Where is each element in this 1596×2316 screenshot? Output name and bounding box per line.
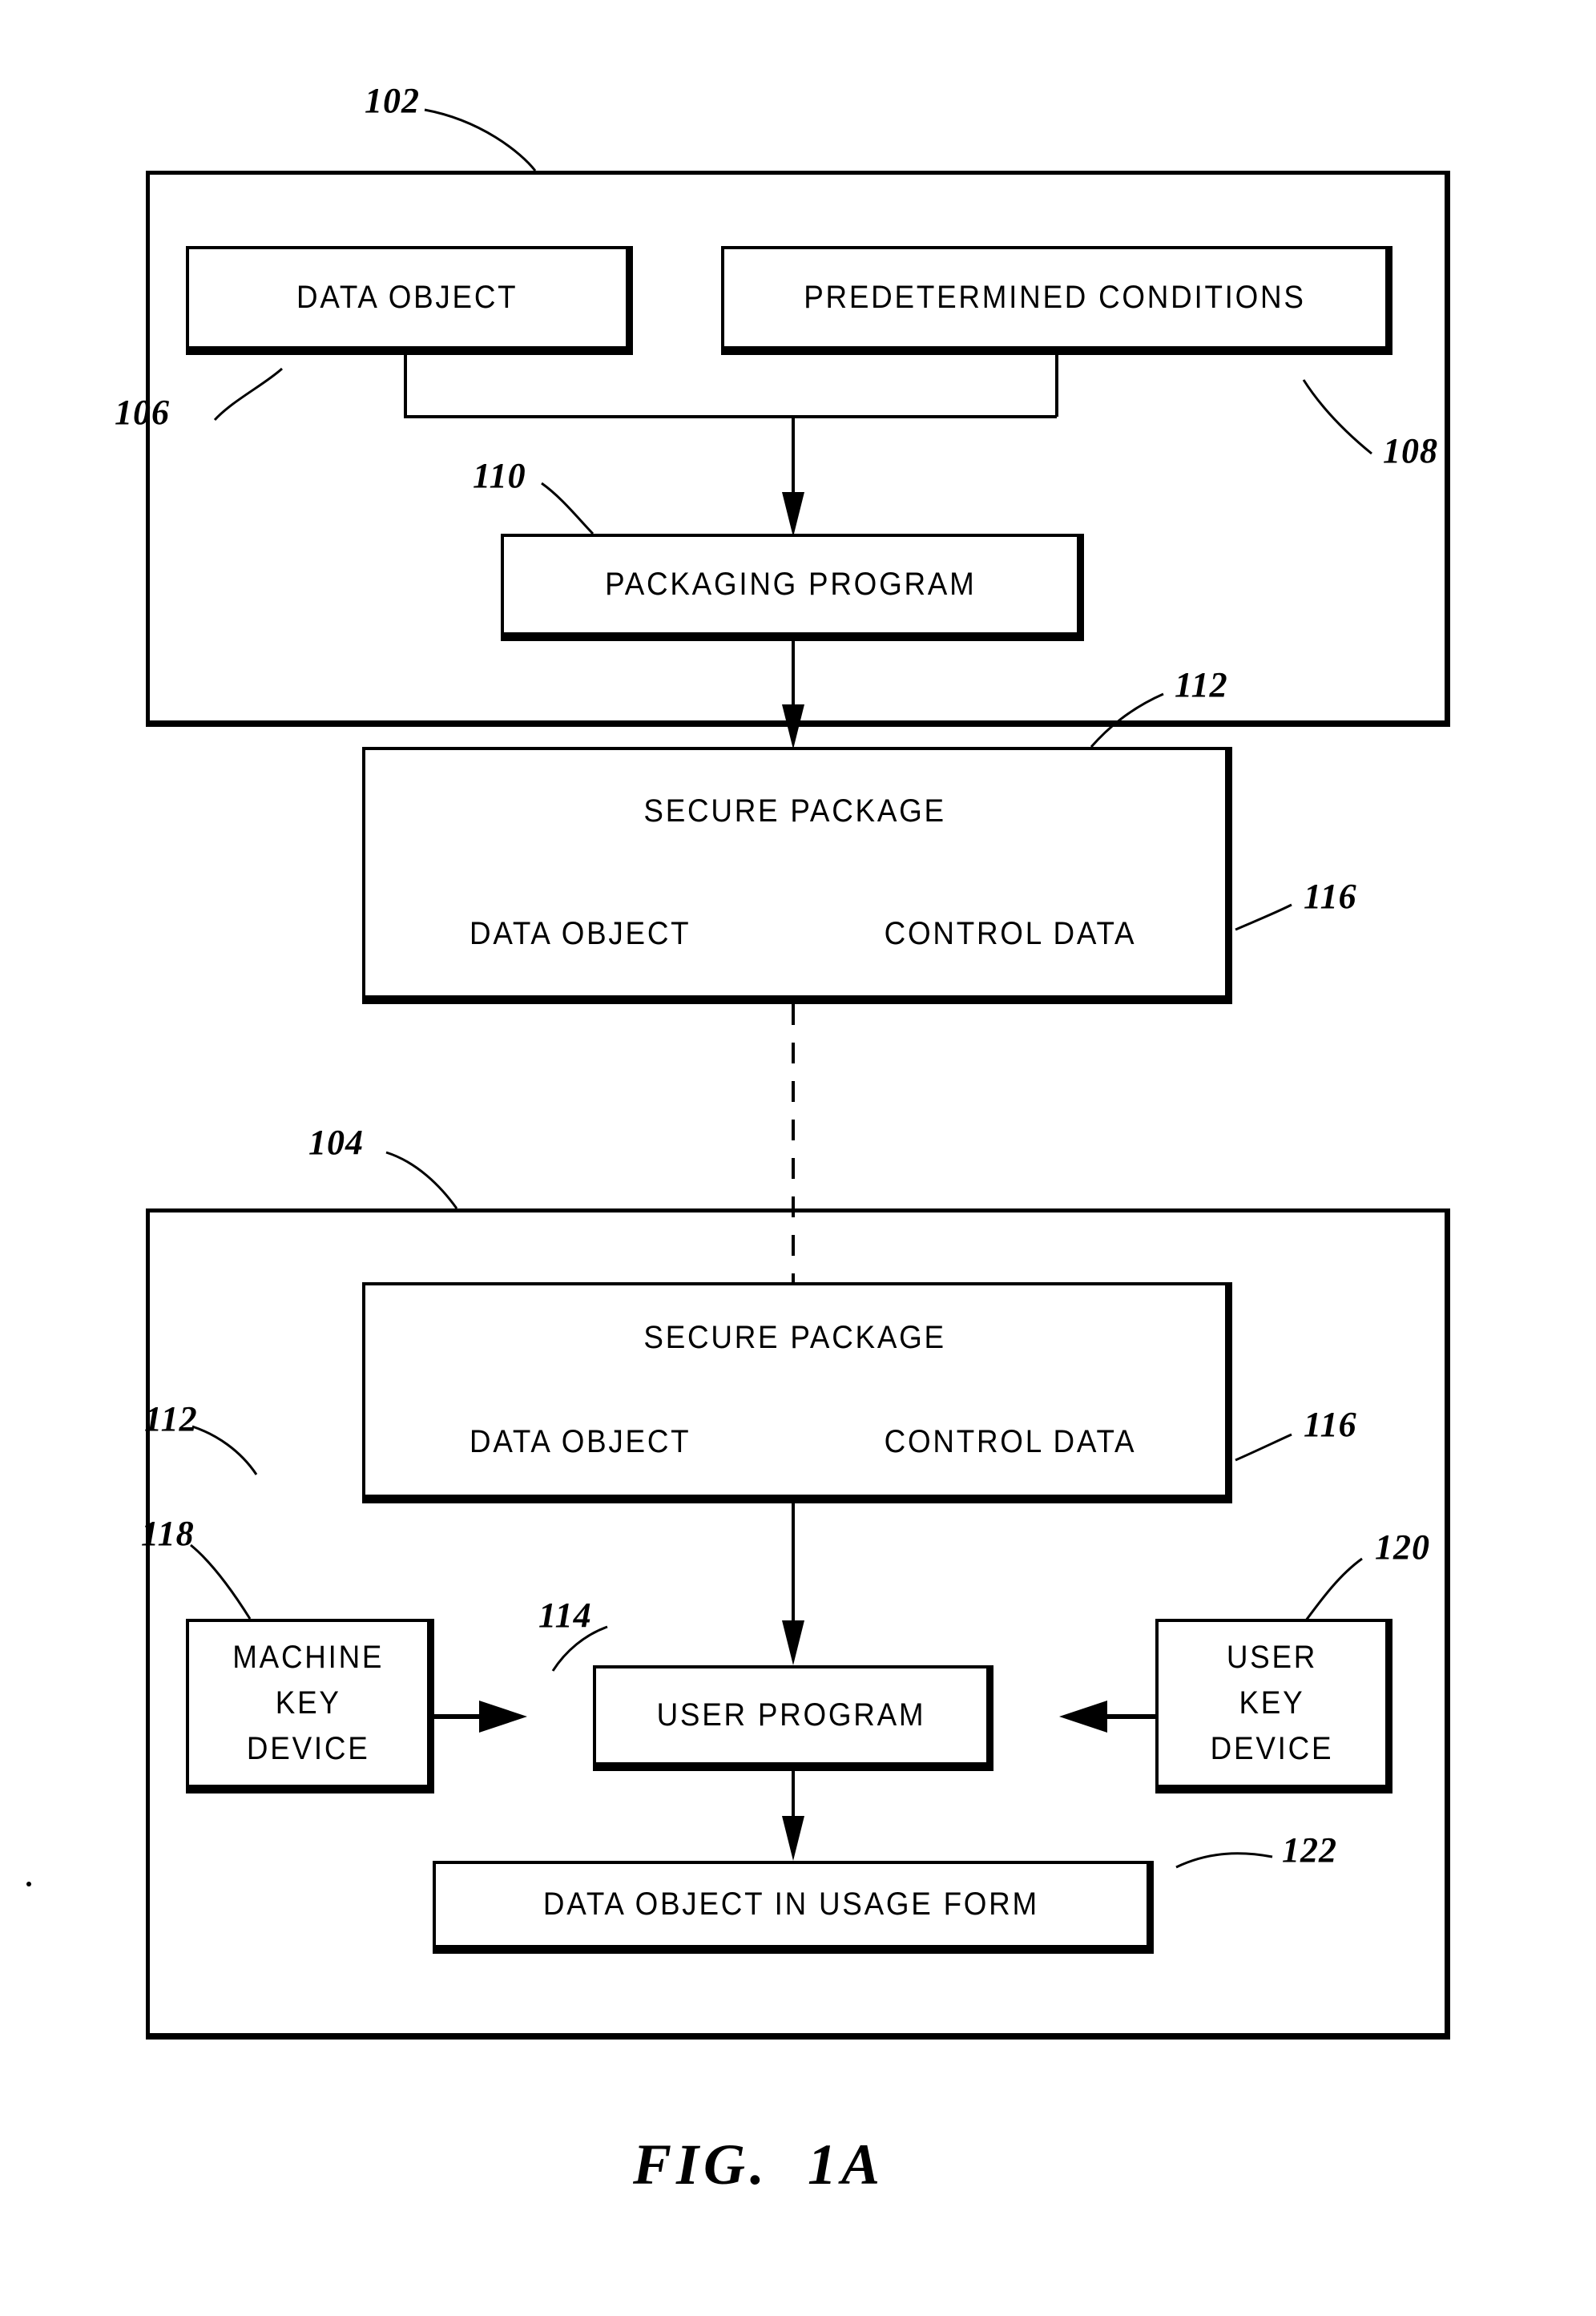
box-user-key-device[interactable]: USER KEY DEVICE (1155, 1619, 1392, 1793)
box-user-program[interactable]: USER PROGRAM (593, 1665, 993, 1771)
ref-numeral-122: 122 (1282, 1830, 1337, 1870)
figure-caption: FIG. 1A (633, 2132, 885, 2197)
ref-numeral-114: 114 (538, 1596, 592, 1635)
secure-package-top-cell-data-object: DATA OBJECT (365, 873, 796, 995)
box-machine-key-device-label: MACHINE KEY DEVICE (232, 1640, 385, 1766)
ref-numeral-120: 120 (1375, 1527, 1430, 1567)
ref-numeral-110: 110 (473, 456, 526, 495)
box-data-object-usage-form[interactable]: DATA OBJECT IN USAGE FORM (433, 1861, 1154, 1954)
box-predetermined-conditions-label: PREDETERMINED CONDITIONS (804, 280, 1306, 316)
patent-figure-1a: DATA OBJECT PREDETERMINED CONDITIONS PAC… (0, 0, 1596, 2316)
secure-package-top-control-data-label: CONTROL DATA (884, 916, 1137, 952)
ref-numeral-116-top: 116 (1304, 877, 1357, 916)
box-data-object[interactable]: DATA OBJECT (186, 246, 633, 355)
leader-116-top (1235, 903, 1292, 931)
secure-package-bottom-data-object-label: DATA OBJECT (470, 1424, 691, 1460)
ref-numeral-112-top: 112 (1175, 665, 1228, 704)
box-packaging-program[interactable]: PACKAGING PROGRAM (501, 534, 1084, 641)
leader-102 (424, 108, 537, 171)
secure-package-top-title: SECURE PACKAGE (643, 793, 947, 829)
ref-numeral-104: 104 (308, 1123, 364, 1162)
secure-package-bottom-control-data-label: CONTROL DATA (884, 1424, 1137, 1460)
ref-numeral-118: 118 (141, 1514, 195, 1553)
secure-package-bottom-cell-control-data: CONTROL DATA (796, 1390, 1226, 1495)
box-data-object-label: DATA OBJECT (296, 280, 518, 316)
box-user-program-label: USER PROGRAM (656, 1697, 926, 1733)
ref-numeral-106: 106 (115, 393, 170, 432)
ref-numeral-102: 102 (365, 81, 420, 120)
secure-package-top-data-object-label: DATA OBJECT (470, 916, 691, 952)
box-secure-package-top[interactable]: SECURE PACKAGE DATA OBJECT CONTROL DATA (362, 747, 1232, 1004)
box-secure-package-bottom[interactable]: SECURE PACKAGE DATA OBJECT CONTROL DATA (362, 1282, 1232, 1503)
leader-104 (385, 1151, 458, 1209)
box-data-object-usage-form-label: DATA OBJECT IN USAGE FORM (542, 1886, 1040, 1923)
secure-package-bottom-title-row: SECURE PACKAGE (365, 1285, 1225, 1390)
box-predetermined-conditions[interactable]: PREDETERMINED CONDITIONS (721, 246, 1392, 355)
scan-speck (26, 1882, 31, 1886)
secure-package-top-cells: DATA OBJECT CONTROL DATA (365, 873, 1225, 995)
secure-package-bottom-cell-data-object: DATA OBJECT (365, 1390, 796, 1495)
ref-numeral-112-bottom: 112 (144, 1399, 198, 1438)
box-packaging-program-label: PACKAGING PROGRAM (604, 567, 977, 603)
secure-package-top-title-row: SECURE PACKAGE (365, 750, 1225, 873)
ref-numeral-108: 108 (1383, 431, 1438, 470)
box-machine-key-device[interactable]: MACHINE KEY DEVICE (186, 1619, 434, 1793)
secure-package-top-cell-control-data: CONTROL DATA (796, 873, 1226, 995)
ref-numeral-116-bottom: 116 (1304, 1405, 1357, 1444)
secure-package-bottom-cells: DATA OBJECT CONTROL DATA (365, 1390, 1225, 1495)
box-user-key-device-label: USER KEY DEVICE (1210, 1640, 1334, 1766)
secure-package-bottom-title: SECURE PACKAGE (643, 1319, 947, 1355)
